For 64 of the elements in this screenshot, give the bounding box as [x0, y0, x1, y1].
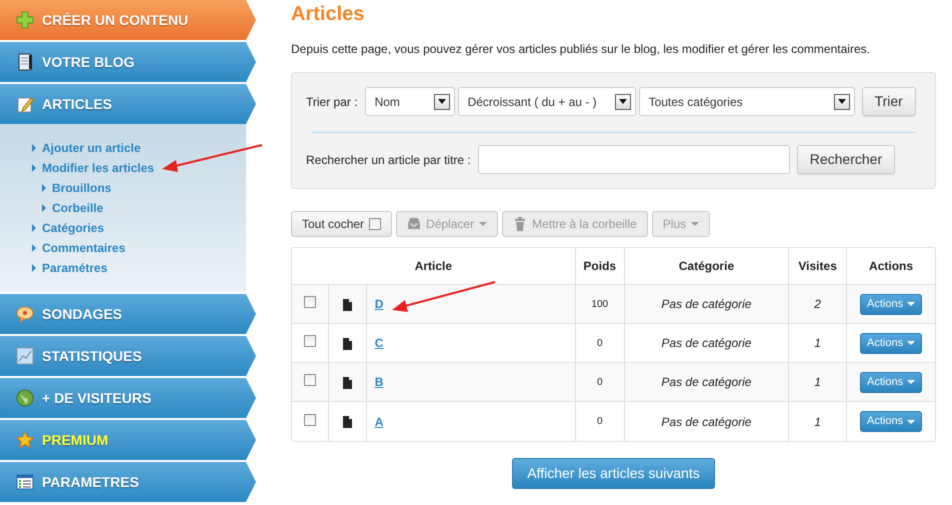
sidebar-menu-item[interactable]: + DE VISITEURS	[0, 378, 256, 418]
table-cell: 0	[576, 363, 625, 402]
sort-button[interactable]: Trier	[862, 87, 916, 116]
trash-icon	[513, 217, 528, 231]
globe-icon	[16, 389, 34, 407]
search-field[interactable]	[478, 145, 790, 174]
table-cell: 2	[789, 285, 848, 324]
line-chart-icon	[16, 347, 34, 365]
sort-label: Trier par :	[306, 94, 358, 110]
sidebar-menu-item[interactable]: CRÉER UN CONTENU	[0, 0, 256, 40]
sort-select[interactable]: Décroissant ( du + au - )	[458, 87, 636, 116]
sidebar-menu-item[interactable]: SONDAGES	[0, 294, 256, 334]
sidebar-link[interactable]: Ajouter un article	[32, 138, 246, 158]
row-checkbox[interactable]	[304, 414, 316, 426]
row-checkbox[interactable]	[304, 335, 316, 347]
notebook-icon	[16, 53, 34, 71]
caret-icon	[479, 222, 488, 226]
list-window-icon	[16, 473, 34, 491]
caret-icon	[691, 222, 700, 226]
sidebar-link[interactable]: Paramétres	[32, 258, 246, 278]
sidebar-link[interactable]: Catégories	[32, 218, 246, 238]
plus-icon	[16, 11, 34, 29]
document-icon	[342, 376, 352, 389]
load-more-button[interactable]: Afficher les articles suivants	[512, 458, 715, 489]
article-link[interactable]: B	[374, 375, 384, 389]
sort-select[interactable]: Nom	[364, 87, 455, 116]
sidebar-menu-item[interactable]: VOTRE BLOG	[0, 42, 256, 82]
table-cell: 1	[789, 363, 848, 402]
actions-button[interactable]: Actions	[860, 372, 922, 392]
sidebar-menu-item[interactable]: STATISTIQUES	[0, 336, 256, 376]
page-title: Articles	[291, 2, 366, 26]
article-link[interactable]: D	[374, 297, 384, 311]
row-checkbox[interactable]	[304, 296, 316, 308]
sort-select[interactable]: Toutes catégories	[638, 87, 855, 116]
search-label: Rechercher un article par titre :	[306, 152, 471, 168]
sidebar-link[interactable]: Commentaires	[32, 238, 246, 258]
sidebar-link[interactable]: Corbeille	[42, 198, 246, 218]
actions-button[interactable]: Actions	[860, 411, 922, 432]
table-cell: 1	[789, 402, 848, 441]
table-cell: 100	[576, 285, 625, 324]
table-cell: Pas de catégorie	[624, 363, 790, 402]
table-cell: Pas de catégorie	[624, 402, 790, 441]
sidebar-menu-item[interactable]: ARTICLES	[0, 84, 256, 124]
table-cell: Pas de catégorie	[624, 285, 790, 324]
document-icon	[342, 416, 352, 428]
row-checkbox[interactable]	[304, 374, 316, 386]
actions-button[interactable]: Actions	[860, 294, 922, 314]
inbox-icon	[407, 217, 422, 231]
article-link[interactable]: C	[374, 336, 384, 350]
sidebar-menu-item[interactable]: PARAMETRES	[0, 462, 256, 502]
document-icon	[342, 298, 352, 311]
star-icon	[16, 431, 34, 449]
article-link[interactable]: A	[374, 414, 384, 428]
page-description: Depuis cette page, vous pouvez gérer vos articles publiés sur le blog, les modifier et gérer les commentaires.	[291, 41, 871, 58]
sidebar-link[interactable]: Modifier les articles	[32, 158, 246, 178]
speech-bubble-icon	[16, 305, 34, 323]
sidebar-menu-item[interactable]: PREMIUM	[0, 420, 256, 460]
actions-button[interactable]: Actions	[860, 332, 922, 354]
notepad-pencil-icon	[16, 95, 34, 113]
table-cell: 0	[576, 402, 625, 441]
check-all-button[interactable]: Tout cocher	[291, 211, 392, 237]
search-button[interactable]: Rechercher	[796, 145, 896, 174]
sidebar-link[interactable]: Brouillons	[42, 178, 246, 198]
document-icon	[342, 338, 352, 350]
